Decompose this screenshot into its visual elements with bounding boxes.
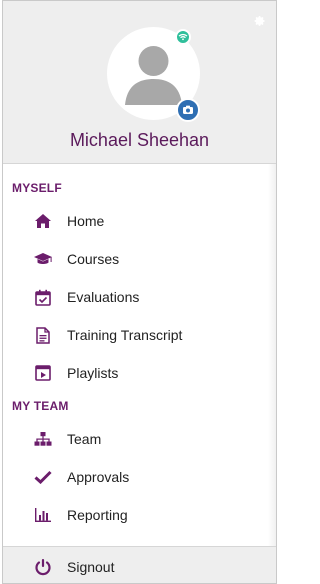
menu-item-label: Reporting xyxy=(67,507,128,523)
change-photo-button[interactable] xyxy=(176,98,200,122)
menu-item-label: Courses xyxy=(67,251,120,267)
menu-item-playlists[interactable]: Playlists xyxy=(3,354,276,392)
user-name: Michael Sheehan xyxy=(69,130,210,150)
calendar-check-icon xyxy=(33,287,53,307)
menu-item-team[interactable]: Team xyxy=(3,420,276,458)
section-my-team: MY TEAM Team Approvals Reporting xyxy=(3,392,276,534)
menu-item-label: Training Transcript xyxy=(67,327,183,343)
menu-item-label: Team xyxy=(67,431,102,447)
menu-item-courses[interactable]: Courses xyxy=(3,240,276,278)
section-title-my-team: MY TEAM xyxy=(12,399,69,413)
playlist-icon xyxy=(33,363,53,383)
signout-label: Signout xyxy=(67,558,115,575)
document-icon xyxy=(33,325,53,345)
power-icon xyxy=(33,557,53,577)
profile-header: Michael Sheehan xyxy=(3,1,276,164)
section-myself: MYSELF Home Courses Evaluations Training… xyxy=(3,164,276,392)
menu-item-home[interactable]: Home xyxy=(3,202,276,240)
online-status-icon xyxy=(175,29,191,45)
menu-item-label: Evaluations xyxy=(67,289,140,305)
bar-chart-icon xyxy=(33,505,53,525)
menu-item-approvals[interactable]: Approvals xyxy=(3,458,276,496)
camera-icon xyxy=(183,105,193,114)
settings-gear-icon[interactable] xyxy=(254,15,266,27)
checkmark-icon xyxy=(33,467,53,487)
menu-item-training-transcript[interactable]: Training Transcript xyxy=(3,316,276,354)
menu-item-label: Home xyxy=(67,213,105,229)
signout-button[interactable]: Signout xyxy=(3,546,276,583)
avatar-container xyxy=(107,27,200,122)
graduation-cap-icon xyxy=(33,249,53,269)
menu-item-reporting[interactable]: Reporting xyxy=(3,496,276,534)
org-chart-icon xyxy=(33,429,53,449)
menu-item-evaluations[interactable]: Evaluations xyxy=(3,278,276,316)
menu-item-label: Playlists xyxy=(67,365,119,381)
home-icon xyxy=(33,211,53,231)
section-title-myself: MYSELF xyxy=(12,181,62,195)
side-menu: Michael Sheehan MYSELF Home Courses Eval… xyxy=(2,0,277,584)
menu-item-label: Approvals xyxy=(67,469,130,485)
